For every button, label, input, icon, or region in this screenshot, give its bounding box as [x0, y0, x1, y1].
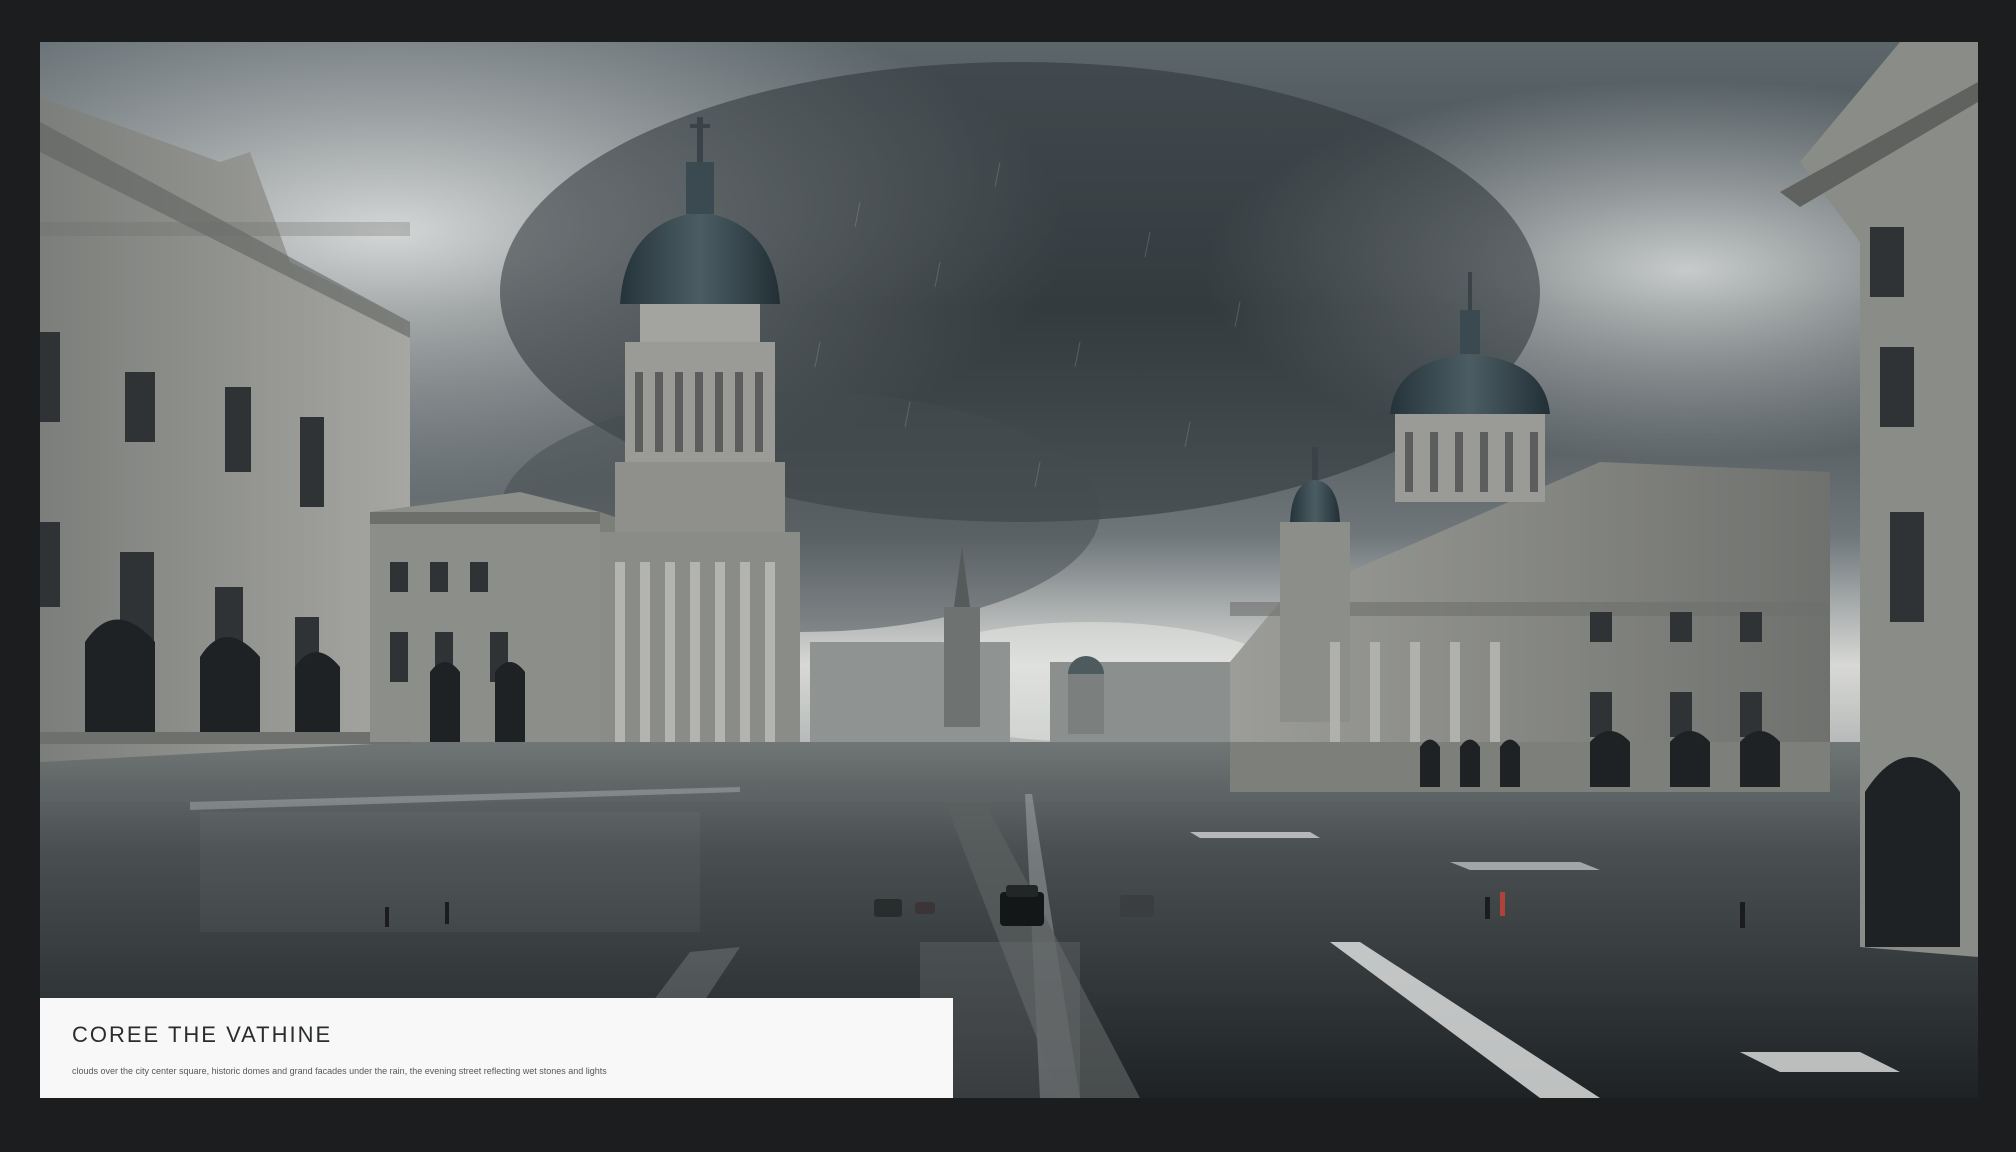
caption-body: clouds over the city center square, hist… [72, 1066, 607, 1076]
poster-frame: COREE THE VATHINE clouds over the city c… [0, 0, 2016, 1152]
caption-panel: COREE THE VATHINE clouds over the city c… [40, 998, 953, 1098]
caption-title: COREE THE VATHINE [72, 1022, 333, 1047]
city-photo [40, 42, 1978, 1098]
city-scene-illustration [40, 42, 1978, 1098]
